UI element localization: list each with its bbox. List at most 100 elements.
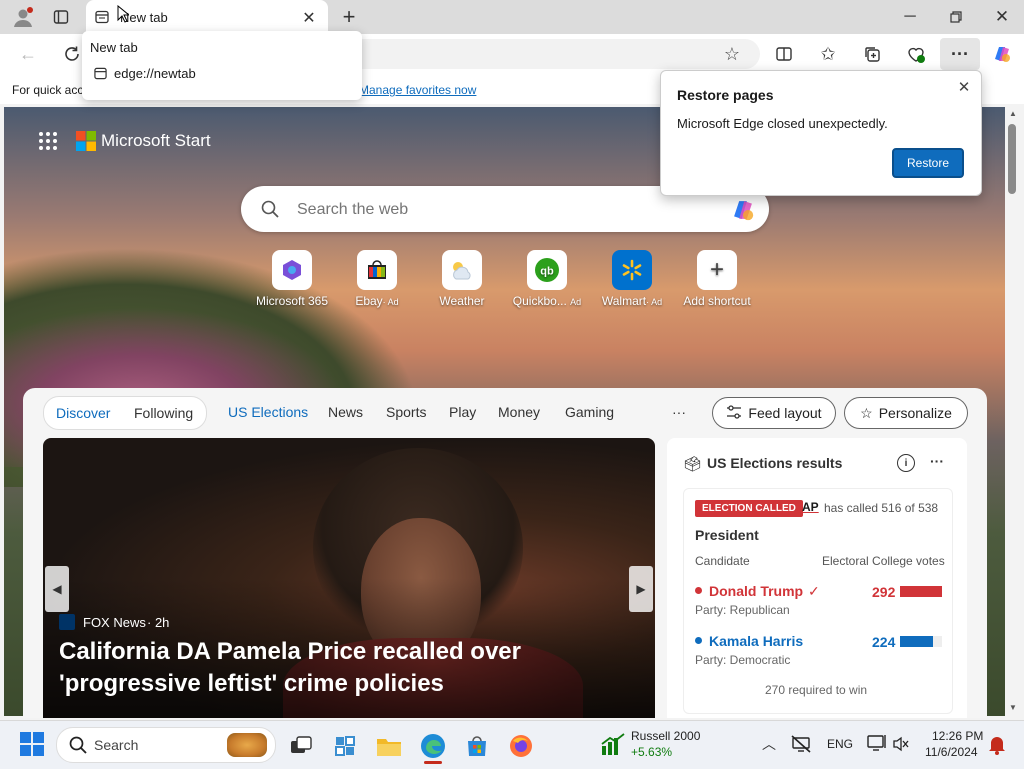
task-view-icon[interactable] xyxy=(286,731,316,761)
dialog-message: Microsoft Edge closed unexpectedly. xyxy=(677,116,888,131)
restore-window-icon[interactable] xyxy=(942,5,970,29)
tooltip-url: edge://newtab xyxy=(114,66,196,81)
hero-card[interactable]: ◀ ▶ FOX News · 2h California DA Pamela P… xyxy=(43,438,655,718)
settings-more-icon[interactable]: ··· xyxy=(940,38,980,70)
nav-money[interactable]: Money xyxy=(498,404,540,420)
previous-arrow-icon[interactable]: ◀ xyxy=(45,566,69,612)
search-input[interactable] xyxy=(295,198,699,222)
favorites-icon[interactable]: ✩ xyxy=(816,42,840,66)
party-democratic: Party: Democratic xyxy=(695,653,791,667)
shortcut-ebay[interactable]: Ebay· Ad xyxy=(332,250,422,320)
shortcut-add[interactable]: + Add shortcut xyxy=(672,250,762,320)
scroll-down-icon[interactable]: ▼ xyxy=(1009,703,1017,712)
show-hidden-icons-icon[interactable]: ︿ xyxy=(760,736,778,752)
nav-us-elections[interactable]: US Elections xyxy=(228,404,308,420)
tab-discover[interactable]: Discover xyxy=(56,405,110,421)
called-text: has called 516 of 538 xyxy=(824,501,939,515)
close-window-icon[interactable]: ✕ xyxy=(988,5,1016,29)
next-arrow-icon[interactable]: ▶ xyxy=(629,566,653,612)
new-tab-icon[interactable]: + xyxy=(337,4,361,29)
votes-bar-harris xyxy=(900,636,933,647)
shortcut-label: Weather xyxy=(439,294,485,308)
back-icon[interactable]: ← xyxy=(16,42,40,66)
shortcut-label: Microsoft 365 xyxy=(255,294,329,308)
feed-layout-label: Feed layout xyxy=(748,405,822,421)
nav-more-icon[interactable]: ··· xyxy=(672,404,686,420)
walmart-icon xyxy=(612,250,652,290)
info-icon[interactable]: i xyxy=(897,454,915,472)
close-tab-icon[interactable]: ✕ xyxy=(300,9,318,27)
microsoft365-icon xyxy=(272,250,312,290)
active-app-indicator xyxy=(424,761,442,764)
election-results-box[interactable]: ELECTION CALLED AP has called 516 of 538… xyxy=(683,488,953,714)
clock-time[interactable]: 12:26 PM xyxy=(932,729,983,743)
required-to-win: 270 required to win xyxy=(765,683,868,697)
votes-bar-trump xyxy=(900,586,942,597)
scroll-up-icon[interactable]: ▲ xyxy=(1009,109,1017,118)
nav-sports[interactable]: Sports xyxy=(386,404,426,420)
notification-bell-icon[interactable] xyxy=(988,735,1006,760)
edge-browser-icon[interactable] xyxy=(418,731,448,761)
party-republican: Party: Republican xyxy=(695,603,790,617)
shortcut-microsoft365[interactable]: Microsoft 365 xyxy=(247,250,337,320)
shortcut-weather[interactable]: Weather xyxy=(417,250,507,320)
sparkle-star-icon: ☆ xyxy=(860,404,873,421)
minimize-icon[interactable]: ─ xyxy=(896,5,924,29)
copilot-search-icon[interactable] xyxy=(729,196,757,229)
candidate-name-trump[interactable]: Donald Trump xyxy=(709,583,803,599)
file-explorer-icon[interactable] xyxy=(374,731,404,761)
browser-essentials-icon[interactable] xyxy=(904,42,928,66)
feed-layout-button[interactable]: Feed layout xyxy=(712,397,836,429)
tab-following[interactable]: Following xyxy=(134,405,193,421)
apps-grid-icon[interactable] xyxy=(38,131,58,156)
volume-muted-icon[interactable] xyxy=(892,736,910,757)
profile-icon[interactable] xyxy=(10,4,36,30)
newtab-page-icon xyxy=(93,66,107,80)
search-icon xyxy=(259,198,281,220)
network-disconnected-icon[interactable] xyxy=(790,735,812,758)
nav-gaming[interactable]: Gaming xyxy=(565,404,614,420)
shortcut-walmart[interactable]: Walmart· Ad xyxy=(587,250,677,320)
search-icon xyxy=(69,736,87,759)
votes-trump: 292 xyxy=(872,584,896,600)
microsoft-logo-icon xyxy=(76,131,96,156)
nav-news[interactable]: News xyxy=(328,404,363,420)
hero-headline[interactable]: California DA Pamela Price recalled over… xyxy=(59,636,649,700)
scrollbar-thumb[interactable] xyxy=(1008,124,1016,194)
scrollbar[interactable]: ▲ ▼ xyxy=(1005,107,1024,716)
refresh-icon[interactable] xyxy=(60,42,84,66)
hero-source: FOX News xyxy=(83,615,146,630)
add-shortcut-icon: + xyxy=(697,250,737,290)
input-language[interactable]: ENG xyxy=(827,737,853,751)
republican-dot xyxy=(695,587,702,594)
manage-favorites-link[interactable]: Manage favorites now xyxy=(359,83,476,97)
dialog-close-icon[interactable]: ✕ xyxy=(953,76,975,98)
copilot-icon[interactable] xyxy=(990,42,1014,66)
newtab-page-icon xyxy=(94,9,110,25)
split-screen-icon[interactable] xyxy=(772,42,796,66)
nav-play[interactable]: Play xyxy=(449,404,476,420)
taskbar-search[interactable]: Search xyxy=(56,727,276,763)
collections-icon[interactable] xyxy=(860,42,884,66)
candidate-name-harris[interactable]: Kamala Harris xyxy=(709,633,803,649)
clock-date[interactable]: 11/6/2024 xyxy=(925,745,978,759)
firefox-icon[interactable] xyxy=(506,731,536,761)
stock-name[interactable]: Russell 2000 xyxy=(631,729,700,743)
card-more-icon[interactable]: ··· xyxy=(927,452,947,470)
shortcut-label: Add shortcut xyxy=(683,294,751,308)
race-title: President xyxy=(695,527,759,543)
restore-button[interactable]: Restore xyxy=(892,148,964,178)
shortcut-quickbooks[interactable]: qb Quickbo... Ad xyxy=(502,250,592,320)
favorite-star-icon[interactable]: ☆ xyxy=(720,42,744,66)
mouse-cursor-icon xyxy=(117,4,131,28)
votes-bar-track xyxy=(900,636,942,647)
column-candidate: Candidate xyxy=(695,554,750,568)
visual-studio-code-icon[interactable] xyxy=(330,731,360,761)
personalize-button[interactable]: ☆ Personalize xyxy=(844,397,968,429)
fox-news-logo-icon xyxy=(59,614,75,630)
display-icon[interactable] xyxy=(867,734,887,757)
microsoft-store-icon[interactable] xyxy=(462,731,492,761)
dialog-title: Restore pages xyxy=(677,87,774,103)
tab-actions-icon[interactable] xyxy=(48,4,74,30)
windows-start-icon[interactable] xyxy=(20,732,44,761)
